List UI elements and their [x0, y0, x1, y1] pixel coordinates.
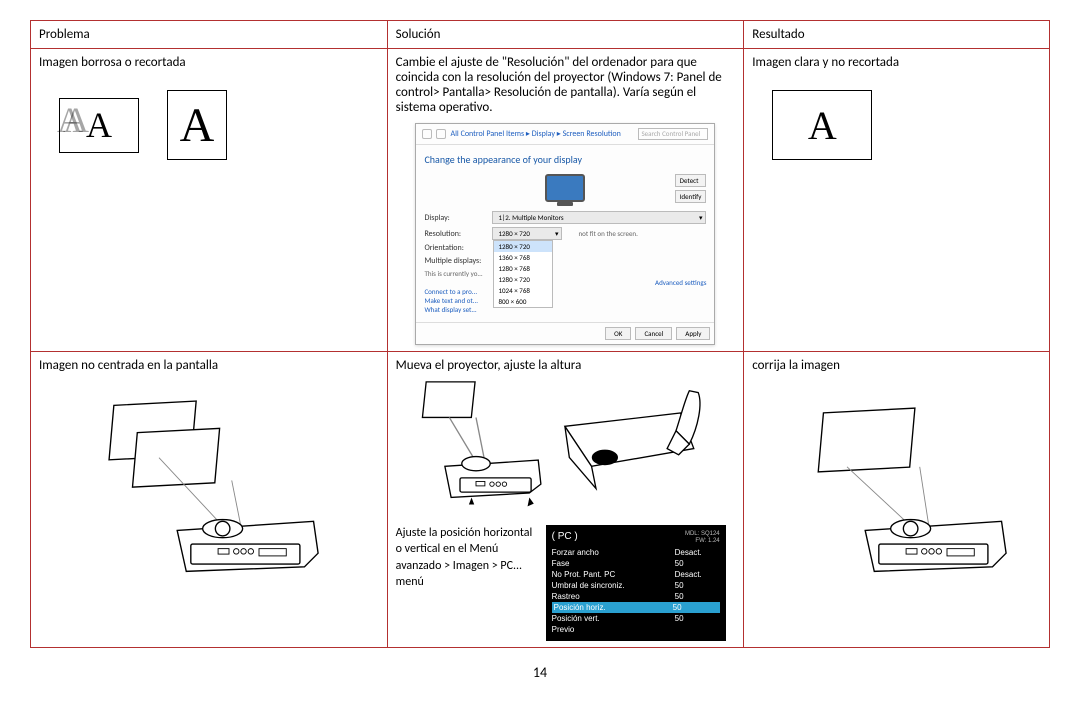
resolution-label: Resolution:	[424, 229, 484, 239]
osd-key: Posición vert.	[552, 614, 675, 623]
cropped-a-icon: A	[167, 90, 227, 160]
main-display-note: This is currently yo...	[424, 269, 706, 278]
row1-problem-title: Imagen borrosa o recortada	[39, 55, 379, 70]
resolution-dropdown: 1280 × 720 1360 × 768 1280 × 768 1280 × …	[493, 240, 553, 308]
list-item[interactable]: 1024 × 768	[494, 285, 552, 296]
search-input[interactable]: Search Control Panel	[638, 128, 708, 140]
blurry-a-icon: A A A	[59, 98, 139, 153]
osd-key: No Prot. Pant. PC	[552, 570, 675, 579]
row2-result-title: corrija la imagen	[752, 358, 1041, 373]
osd-row[interactable]: Posición horiz.50	[552, 602, 720, 613]
row1-solution-cell: Cambie el ajuste de "Resolución" del ord…	[387, 49, 744, 352]
header-solucion: Solución	[387, 21, 744, 49]
breadcrumb: All Control Panel Items ▸ Display ▸ Scre…	[450, 129, 634, 139]
osd-row[interactable]: Rastreo50	[552, 591, 720, 602]
row1-result-title: Imagen clara y no recortada	[752, 55, 1041, 70]
pc-osd-menu: PC MDL: SQ124 FW: 1.24 Forzar anchoDesac…	[546, 525, 726, 641]
header-resultado: Resultado	[744, 21, 1050, 49]
troubleshooting-table: Problema Solución Resultado Imagen borro…	[30, 20, 1050, 648]
recommended-note: not fit on the screen.	[578, 229, 637, 238]
osd-row[interactable]: Posición vert.50	[552, 613, 720, 624]
osd-value: Desact.	[675, 570, 720, 579]
row2-problem-title: Imagen no centrada en la pantalla	[39, 358, 379, 373]
orientation-label: Orientation:	[424, 243, 484, 253]
row1-result-cell: Imagen clara y no recortada A	[744, 49, 1050, 352]
osd-key: Umbral de sincroniz.	[552, 581, 675, 590]
resolution-select[interactable]: 1280 × 720▾ 1280 × 720 1360 × 768 1280 ×…	[492, 227, 562, 240]
back-icon	[422, 129, 432, 139]
osd-row[interactable]: Umbral de sincroniz.50	[552, 580, 720, 591]
display-label: Display:	[424, 213, 484, 223]
table-row: Imagen no centrada en la pantalla	[31, 352, 1050, 648]
cancel-button[interactable]: Cancel	[635, 327, 672, 340]
osd-value: 50	[675, 614, 720, 623]
row2-solution-title: Mueva el proyector, ajuste la altura	[396, 358, 736, 373]
osd-key: Fase	[552, 559, 675, 568]
osd-value	[675, 625, 720, 634]
detect-button[interactable]: Detect	[675, 174, 707, 187]
osd-title: PC	[552, 531, 578, 544]
row2-solution-cell: Mueva el proyector, ajuste la altura	[387, 352, 744, 648]
list-item[interactable]: 800 × 600	[494, 296, 552, 307]
osd-value: 50	[675, 581, 720, 590]
page-number: 14	[30, 664, 1050, 681]
row1-problem-cell: Imagen borrosa o recortada A A A A	[31, 49, 388, 352]
osd-key: Rastreo	[552, 592, 675, 601]
list-item[interactable]: 1280 × 720	[494, 241, 552, 252]
row1-solution-text: Cambie el ajuste de "Resolución" del ord…	[396, 55, 736, 115]
advanced-settings-link[interactable]: Advanced settings	[655, 278, 706, 287]
table-row: Imagen borrosa o recortada A A A A Cambi…	[31, 49, 1050, 352]
osd-value: Desact.	[675, 548, 720, 557]
windows-resolution-dialog: All Control Panel Items ▸ Display ▸ Scre…	[415, 123, 715, 345]
multiple-label: Multiple displays:	[424, 256, 484, 266]
ok-button[interactable]: OK	[605, 327, 631, 340]
projector-adjust-height-icon	[396, 373, 556, 515]
osd-model: MDL: SQ124	[685, 531, 720, 538]
display-select[interactable]: 1|2. Multiple Monitors▾	[492, 211, 706, 224]
osd-fw: FW: 1.24	[685, 538, 720, 545]
list-item[interactable]: 1360 × 768	[494, 252, 552, 263]
list-item[interactable]: 1280 × 768	[494, 263, 552, 274]
chevron-down-icon: ▾	[699, 213, 703, 222]
identify-button[interactable]: Identify	[675, 190, 707, 203]
row2-solution-text: Ajuste la posición horizontal o vertical…	[396, 525, 536, 590]
osd-row[interactable]: Fase50	[552, 558, 720, 569]
osd-row[interactable]: No Prot. Pant. PCDesact.	[552, 569, 720, 580]
text-size-link[interactable]: Make text and ot...	[424, 296, 706, 305]
osd-key: Posición horiz.	[554, 603, 673, 612]
dialog-heading: Change the appearance of your display	[424, 153, 706, 166]
projector-centered-icon	[767, 385, 1027, 585]
row2-problem-cell: Imagen no centrada en la pantalla	[31, 352, 388, 648]
clear-a-icon: A	[772, 90, 872, 160]
projector-move-hand-icon	[556, 373, 716, 515]
connect-link[interactable]: Connect to a pro...	[424, 287, 706, 296]
display-settings-link[interactable]: What display set...	[424, 305, 706, 314]
table-header-row: Problema Solución Resultado	[31, 21, 1050, 49]
apply-button[interactable]: Apply	[676, 327, 710, 340]
osd-row[interactable]: Previo	[552, 624, 720, 635]
monitor-icon	[545, 174, 585, 202]
osd-value: 50	[675, 592, 720, 601]
osd-value: 50	[673, 603, 718, 612]
osd-row[interactable]: Forzar anchoDesact.	[552, 547, 720, 558]
chevron-down-icon: ▾	[555, 229, 559, 238]
projector-miscentered-icon	[79, 385, 339, 585]
header-problema: Problema	[31, 21, 388, 49]
osd-key: Forzar ancho	[552, 548, 675, 557]
forward-icon	[436, 129, 446, 139]
osd-value: 50	[675, 559, 720, 568]
list-item[interactable]: 1280 × 720	[494, 274, 552, 285]
osd-key: Previo	[552, 625, 675, 634]
row2-result-cell: corrija la imagen	[744, 352, 1050, 648]
